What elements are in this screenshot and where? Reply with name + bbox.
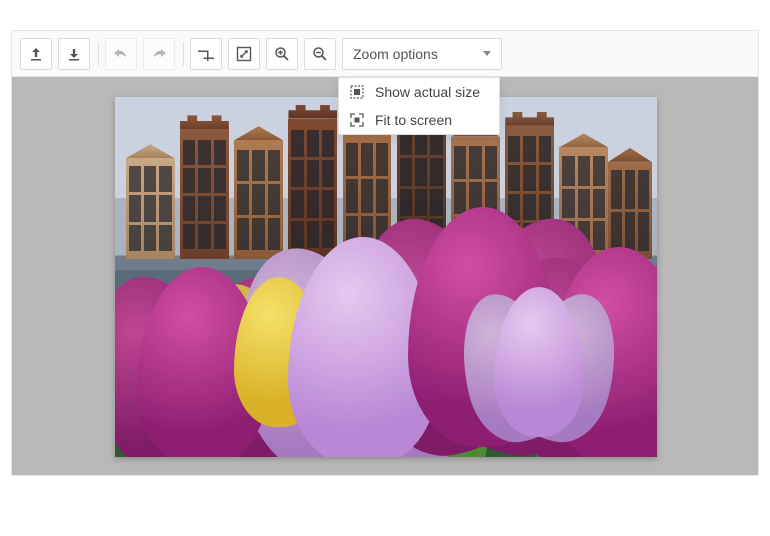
redo-icon (151, 46, 167, 62)
zoom-out-icon (312, 46, 328, 62)
zoom-options-dropdown[interactable]: Zoom options (342, 38, 502, 70)
crop-icon (198, 46, 214, 62)
download-button[interactable] (58, 38, 90, 70)
toolbar: Zoom options Show actual size Fit to scr… (12, 31, 758, 77)
separator (183, 42, 184, 66)
upload-icon (28, 46, 44, 62)
undo-button[interactable] (105, 38, 137, 70)
menu-item-label: Fit to screen (375, 112, 452, 128)
fit-screen-icon (349, 112, 365, 128)
zoom-in-icon (274, 46, 290, 62)
chevron-down-icon (483, 51, 491, 56)
zoom-in-button[interactable] (266, 38, 298, 70)
actual-size-icon (349, 84, 365, 100)
image-editor: Zoom options Show actual size Fit to scr… (11, 30, 759, 476)
upload-button[interactable] (20, 38, 52, 70)
resize-button[interactable] (228, 38, 260, 70)
crop-button[interactable] (190, 38, 222, 70)
undo-icon (113, 46, 129, 62)
menu-item-label: Show actual size (375, 84, 480, 100)
resize-icon (236, 46, 252, 62)
redo-button[interactable] (143, 38, 175, 70)
menu-item-fit-screen[interactable]: Fit to screen (339, 106, 499, 134)
separator (98, 42, 99, 66)
image-preview (115, 97, 657, 457)
canvas-area[interactable] (12, 77, 758, 475)
download-icon (66, 46, 82, 62)
zoom-options-label: Zoom options (353, 46, 438, 62)
menu-item-actual-size[interactable]: Show actual size (339, 78, 499, 106)
zoom-options-menu: Show actual size Fit to screen (338, 77, 500, 135)
illustration (115, 97, 657, 457)
zoom-out-button[interactable] (304, 38, 336, 70)
